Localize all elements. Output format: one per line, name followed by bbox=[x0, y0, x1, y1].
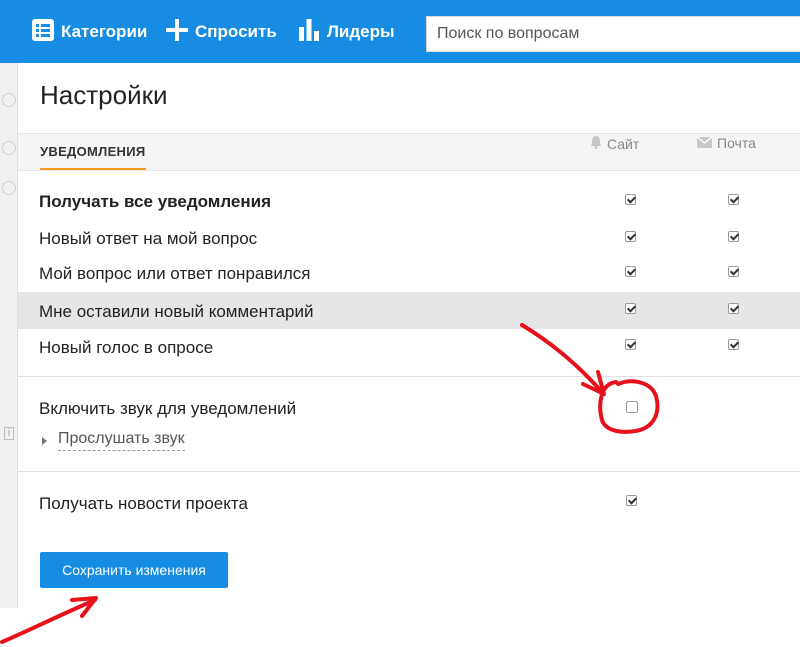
notification-row: Мой вопрос или ответ понравился bbox=[18, 254, 800, 291]
mail-checkbox[interactable] bbox=[728, 231, 739, 242]
envelope-icon bbox=[696, 135, 717, 151]
page-title: Настройки bbox=[40, 80, 168, 110]
plus-icon bbox=[166, 18, 188, 46]
news-label: Получать новости проекта bbox=[39, 494, 248, 513]
sidebar-ghost-icon bbox=[2, 93, 16, 107]
news-checkbox[interactable] bbox=[626, 495, 637, 506]
sound-checkbox[interactable] bbox=[626, 401, 638, 413]
notification-label: Новый ответ на мой вопрос bbox=[39, 229, 258, 248]
column-header-mail: Почта bbox=[696, 135, 756, 151]
notification-label: Новый голос в опросе bbox=[39, 338, 214, 357]
notification-row: Новый голос в опросе bbox=[18, 328, 800, 365]
listen-sound-label: Прослушать звук bbox=[58, 430, 185, 451]
mail-checkbox[interactable] bbox=[728, 339, 739, 350]
notification-label: Мне оставили новый комментарий bbox=[39, 302, 314, 321]
sidebar-ghost-icon bbox=[2, 181, 16, 195]
tab-bar: УВЕДОМЛЕНИЯ bbox=[18, 133, 800, 171]
mail-checkbox[interactable] bbox=[728, 303, 739, 314]
nav-categories[interactable]: Категории bbox=[32, 18, 147, 46]
notification-label: Мой вопрос или ответ понравился bbox=[39, 264, 311, 283]
list-icon bbox=[32, 18, 54, 46]
site-checkbox[interactable] bbox=[625, 303, 636, 314]
site-checkbox[interactable] bbox=[625, 194, 636, 205]
info-icon[interactable]: i bbox=[4, 427, 14, 440]
play-triangle-icon bbox=[42, 436, 47, 445]
left-sidebar-strip bbox=[0, 63, 17, 608]
notification-row: Мне оставили новый комментарий bbox=[18, 292, 800, 329]
listen-sound-link[interactable]: Прослушать звук bbox=[42, 430, 185, 451]
site-checkbox[interactable] bbox=[625, 339, 636, 350]
notification-row: Получать все уведомления bbox=[18, 182, 800, 219]
nav-leaders[interactable]: Лидеры bbox=[298, 18, 395, 46]
nav-categories-label: Категории bbox=[61, 22, 148, 41]
notification-row: Новый ответ на мой вопрос bbox=[18, 219, 800, 256]
column-header-mail-label: Почта bbox=[717, 135, 756, 151]
mail-checkbox[interactable] bbox=[728, 266, 739, 277]
site-checkbox[interactable] bbox=[625, 266, 636, 277]
mail-checkbox[interactable] bbox=[728, 194, 739, 205]
site-checkbox[interactable] bbox=[625, 231, 636, 242]
section-divider bbox=[18, 471, 800, 472]
tab-notifications[interactable]: УВЕДОМЛЕНИЯ bbox=[40, 144, 146, 170]
save-button[interactable]: Сохранить изменения bbox=[40, 552, 228, 588]
column-header-site: Сайт bbox=[590, 135, 639, 152]
nav-ask[interactable]: Спросить bbox=[166, 18, 277, 46]
bell-icon bbox=[590, 135, 607, 152]
nav-leaders-label: Лидеры bbox=[327, 22, 395, 41]
bar-chart-icon bbox=[298, 18, 320, 46]
section-divider bbox=[18, 376, 800, 377]
sound-label: Включить звук для уведомлений bbox=[39, 399, 297, 418]
column-header-site-label: Сайт bbox=[607, 135, 640, 152]
sidebar-ghost-icon bbox=[2, 141, 16, 155]
nav-ask-label: Спросить bbox=[195, 22, 277, 41]
annotation-arrow-head bbox=[70, 596, 98, 618]
search-input[interactable] bbox=[426, 16, 800, 52]
notification-label: Получать все уведомления bbox=[39, 192, 272, 211]
top-navigation-bar: Категории Спросить Лидеры bbox=[0, 0, 800, 63]
